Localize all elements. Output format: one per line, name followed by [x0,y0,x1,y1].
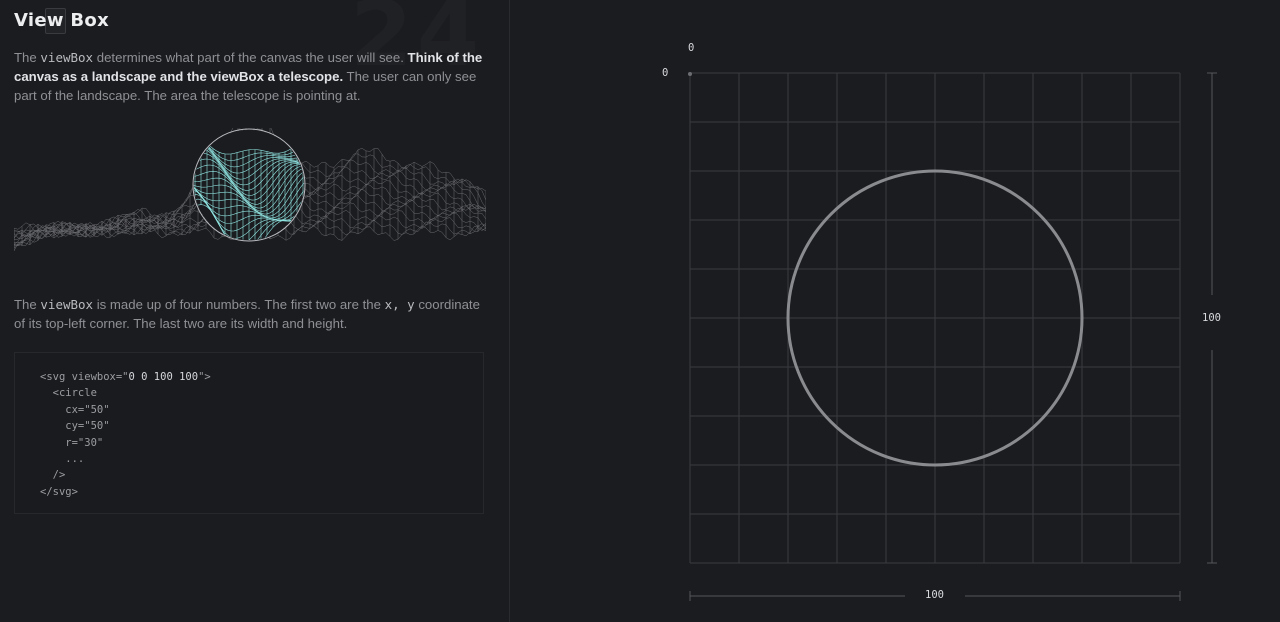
coordinate-grid [689,72,1181,564]
origin-point [688,72,692,76]
code-block: <svg viewbox="0 0 100 100"> <circle cx="… [14,352,484,514]
width-dimension-line [689,591,1181,601]
inline-code: viewBox [40,297,94,312]
height-dimension-line [1207,72,1217,564]
viewbox-diagram-panel: 0 0 100 100 [510,0,1280,622]
viewbox-explanation-paragraph: The viewBox is made up of four numbers. … [14,297,480,331]
intro-paragraph: The viewBox determines what part of the … [14,50,483,103]
viewbox-grid-diagram [688,72,1217,601]
explanation-panel: 24 View Box The viewBox determines what … [0,0,510,622]
section-title: View Box [14,10,109,31]
landscape-telescope-illustration [14,128,486,252]
code-snippet: <svg viewbox="0 0 100 100"> <circle cx="… [40,371,211,498]
inline-code: viewBox [40,50,94,65]
inline-code: x, y [384,297,415,312]
